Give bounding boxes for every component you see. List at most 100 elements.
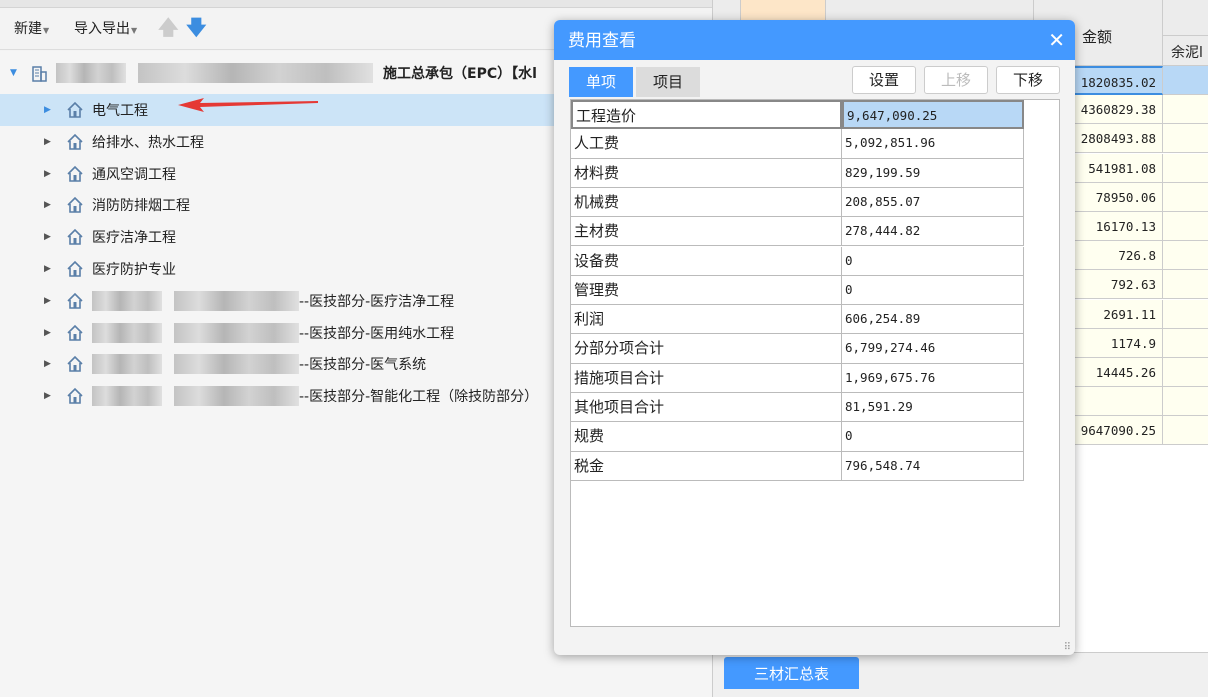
house-icon <box>67 197 83 214</box>
house-icon <box>67 229 83 245</box>
redacted-name <box>56 63 126 83</box>
cost-value[interactable]: 0 <box>842 246 1024 276</box>
expand-right-icon[interactable]: ▶ <box>44 328 54 338</box>
cost-value[interactable]: 278,444.82 <box>842 217 1024 247</box>
expand-right-icon[interactable]: ▶ <box>44 296 54 306</box>
resize-grip-icon[interactable]: ⠿ <box>1064 642 1071 653</box>
redacted-name <box>92 322 162 343</box>
tab-single[interactable]: 单项 <box>569 67 633 97</box>
expand-right-icon[interactable]: ▶ <box>44 105 54 115</box>
cost-name: 利润 <box>571 305 842 335</box>
house-icon <box>67 101 83 118</box>
cost-name: 人工费 <box>571 129 842 159</box>
cost-value[interactable]: 606,254.89 <box>842 305 1024 335</box>
cost-row[interactable]: 机械费 208,855.07 <box>571 187 1024 218</box>
tree-item-label: --医技部分-智能化工程（除技防部分） <box>299 389 539 406</box>
cost-value[interactable]: 208,855.07 <box>842 187 1024 218</box>
tab-materials-summary[interactable]: 三材汇总表 <box>724 657 859 689</box>
expand-right-icon[interactable]: ▶ <box>44 169 54 179</box>
redacted-name <box>92 290 162 311</box>
cost-row[interactable]: 利润 606,254.89 <box>571 305 1024 335</box>
expand-right-icon[interactable]: ▶ <box>44 264 54 274</box>
move-up-button[interactable]: 上移 <box>924 66 988 94</box>
cost-row[interactable]: 措施项目合计 1,969,675.76 <box>571 363 1024 393</box>
expand-down-icon[interactable]: ▼ <box>10 68 20 78</box>
tree-item-label: 电气工程 <box>92 103 148 119</box>
new-menu-button[interactable]: 新建▼ <box>14 18 49 38</box>
settings-button[interactable]: 设置 <box>852 66 916 94</box>
close-icon[interactable]: ✕ <box>1048 28 1065 52</box>
cost-row[interactable]: 规费 0 <box>571 422 1024 452</box>
cost-value[interactable]: 5,092,851.96 <box>842 129 1024 159</box>
house-icon <box>67 388 83 404</box>
cost-table: 工程造价 9,647,090.25 人工费 5,092,851.96 材料费 829,19… <box>570 99 1060 627</box>
top-strip <box>0 0 712 8</box>
grid-cell[interactable] <box>1163 416 1208 446</box>
house-icon <box>67 356 83 373</box>
tab-project[interactable]: 项目 <box>636 67 700 97</box>
move-down-button[interactable]: 下移 <box>996 66 1060 94</box>
grid-cell[interactable] <box>1163 270 1208 300</box>
cost-row[interactable]: 其他项目合计 81,591.29 <box>571 393 1024 423</box>
cost-value[interactable]: 0 <box>842 422 1024 452</box>
tree-item-label: --医技部分-医气系统 <box>299 357 427 374</box>
move-up-arrow-icon[interactable]: 🡅 <box>158 13 179 47</box>
cost-name: 分部分项合计 <box>571 334 842 364</box>
grid-cell[interactable] <box>1163 241 1208 271</box>
tree-item-label: 通风空调工程 <box>92 166 176 183</box>
cost-row[interactable]: 分部分项合计 6,799,274.46 <box>571 334 1024 364</box>
grid-cell[interactable] <box>1163 66 1208 95</box>
cost-view-dialog: 费用查看 ✕ 单项 项目 设置 上移 下移 工程造价 9,647,090.25 人工… <box>554 20 1075 655</box>
move-down-arrow-icon[interactable]: 🡇 <box>186 13 207 47</box>
redacted-name <box>174 386 299 407</box>
cost-row[interactable]: 人工费 5,092,851.96 <box>571 129 1024 159</box>
tree-item-label: 医疗防护专业 <box>92 262 176 278</box>
grid-cell[interactable] <box>1163 358 1208 387</box>
grid-cell[interactable] <box>1163 299 1208 329</box>
cost-name: 主材费 <box>571 217 842 247</box>
grid-header-next: 余泥l <box>1163 36 1208 66</box>
red-arrow-annotation <box>178 98 318 112</box>
cost-value[interactable]: 81,591.29 <box>842 393 1024 423</box>
cost-row[interactable]: 工程造价 9,647,090.25 <box>571 100 1024 130</box>
cost-row[interactable]: 管理费 0 <box>571 275 1024 306</box>
grid-cell[interactable] <box>1163 328 1208 358</box>
tree-item-label: --医技部分-医疗洁净工程 <box>299 293 455 310</box>
cost-value[interactable]: 796,548.74 <box>842 451 1024 481</box>
house-icon <box>67 292 83 309</box>
house-icon <box>67 133 83 150</box>
grid-cell[interactable] <box>1163 182 1208 212</box>
expand-right-icon[interactable]: ▶ <box>44 200 54 210</box>
grid-cell[interactable] <box>1163 212 1208 241</box>
redacted-name <box>92 354 162 375</box>
cost-name: 机械费 <box>571 187 842 218</box>
grid-cell[interactable] <box>1163 95 1208 125</box>
cost-row[interactable]: 主材费 278,444.82 <box>571 217 1024 247</box>
grid-cell[interactable] <box>1163 387 1208 417</box>
grid-cell[interactable] <box>1163 153 1208 183</box>
redacted-name <box>138 63 373 83</box>
expand-right-icon[interactable]: ▶ <box>44 137 54 147</box>
root-label: 施工总承包（EPC）【水l <box>383 66 537 82</box>
cost-name: 税金 <box>571 451 842 481</box>
cost-value[interactable]: 6,799,274.46 <box>842 334 1024 364</box>
grid-cell[interactable] <box>1163 124 1208 154</box>
cost-value[interactable]: 829,199.59 <box>842 158 1024 188</box>
import-export-menu-button[interactable]: 导入导出▼ <box>74 18 137 38</box>
cost-row[interactable]: 设备费 0 <box>571 246 1024 276</box>
expand-right-icon[interactable]: ▶ <box>44 232 54 242</box>
expand-right-icon[interactable]: ▶ <box>44 391 54 401</box>
cost-name: 材料费 <box>571 158 842 188</box>
cost-name: 设备费 <box>571 246 842 276</box>
cost-value[interactable]: 1,969,675.76 <box>842 363 1024 393</box>
house-icon <box>67 260 83 277</box>
expand-right-icon[interactable]: ▶ <box>44 359 54 369</box>
cost-value[interactable]: 0 <box>842 275 1024 306</box>
tree-item-label: 消防防排烟工程 <box>92 198 190 215</box>
cost-row[interactable]: 材料费 829,199.59 <box>571 158 1024 188</box>
cost-row[interactable]: 税金 796,548.74 <box>571 451 1024 481</box>
import-export-label: 导入导出 <box>74 21 130 37</box>
cost-value[interactable]: 9,647,090.25 <box>842 100 1024 130</box>
cost-name: 其他项目合计 <box>571 393 842 423</box>
cost-name: 规费 <box>571 422 842 452</box>
